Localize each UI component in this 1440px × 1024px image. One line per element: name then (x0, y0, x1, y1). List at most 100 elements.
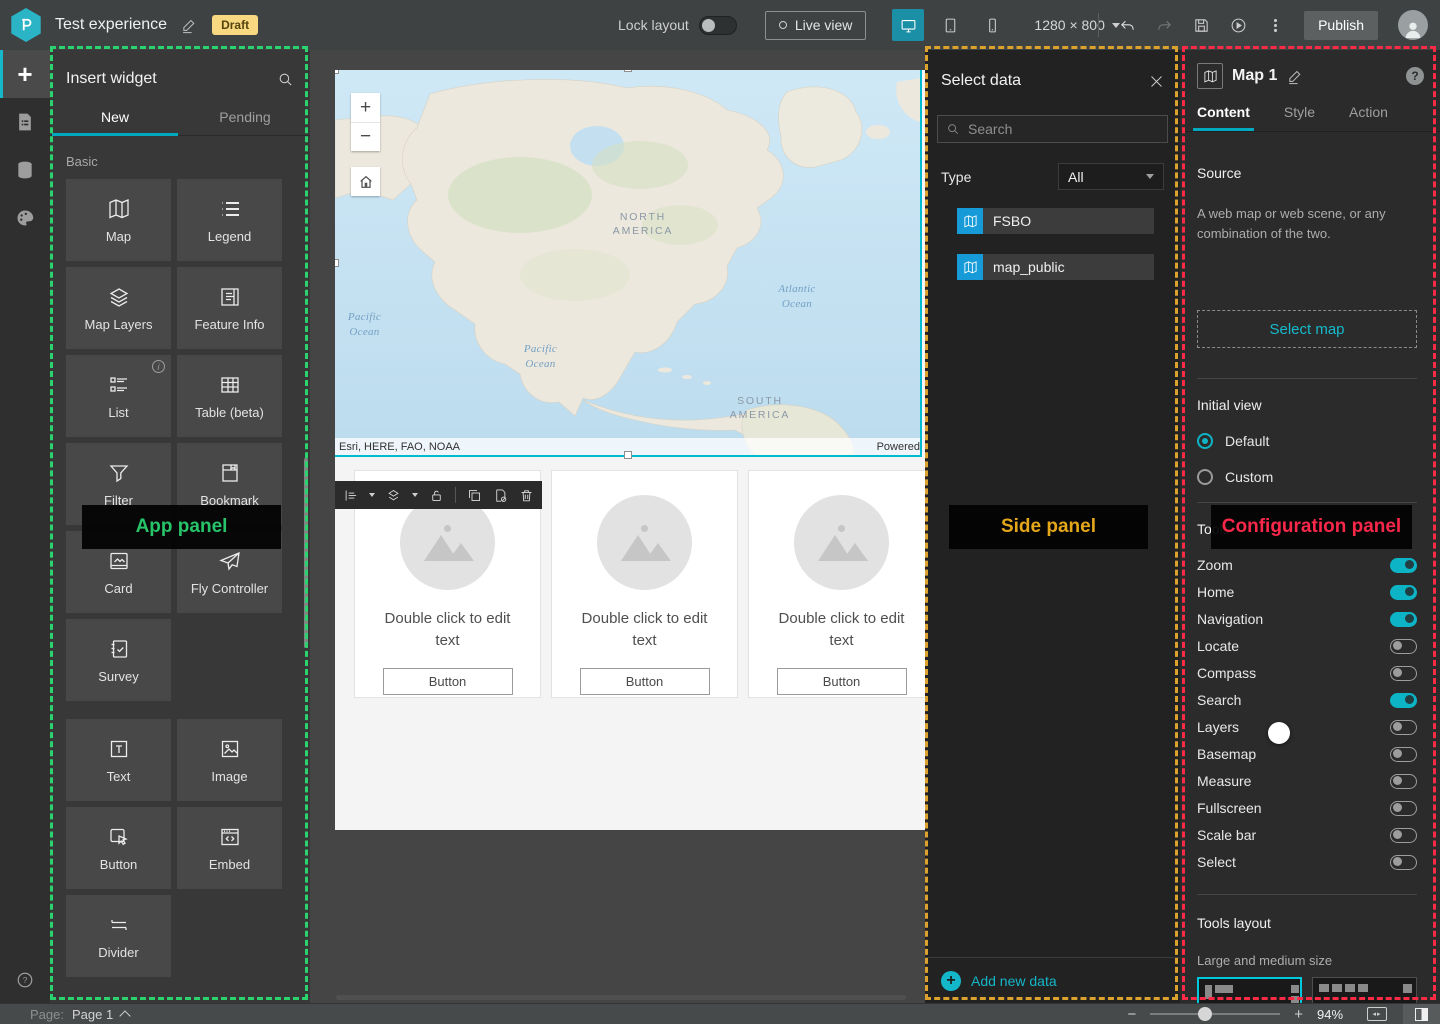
select-toggle[interactable] (1390, 855, 1417, 870)
card-widget-3[interactable]: Double click to edit text Button (748, 470, 925, 698)
widget-tile-legend[interactable]: Legend (177, 179, 282, 261)
select-map-button[interactable]: Select map (1197, 310, 1417, 348)
home-toggle[interactable] (1390, 585, 1417, 600)
canvas-zoom-slider[interactable] (1150, 1013, 1280, 1015)
rail-help-button[interactable]: ? (0, 971, 50, 989)
rename-widget-pencil-icon[interactable] (1287, 68, 1304, 85)
scale-bar-toggle[interactable] (1390, 828, 1417, 843)
navigation-toggle[interactable] (1390, 612, 1417, 627)
widget-tile-filter[interactable]: Filter (66, 443, 171, 525)
redo-button[interactable] (1156, 17, 1173, 34)
rail-insert-widget-button[interactable]: + (0, 50, 50, 98)
widget-tile-map[interactable]: Map (66, 179, 171, 261)
tab-action[interactable]: Action (1349, 99, 1388, 131)
widget-tile-feature-info[interactable]: Feature Info (177, 267, 282, 349)
page-surface[interactable]: NORTH AMERICA Atlantic Ocean Pacific Oce… (335, 70, 925, 830)
tab-content[interactable]: Content (1197, 99, 1250, 131)
rail-theme-button[interactable] (0, 194, 50, 242)
map-widget[interactable]: NORTH AMERICA Atlantic Ocean Pacific Oce… (335, 70, 920, 455)
save-button[interactable] (1193, 17, 1210, 34)
widget-tile-button[interactable]: Button (66, 807, 171, 889)
device-mobile-button[interactable] (976, 9, 1008, 41)
device-tablet-button[interactable] (934, 9, 966, 41)
align-icon[interactable] (343, 488, 358, 503)
image-placeholder-icon[interactable] (400, 495, 495, 590)
widget-tile-divider[interactable]: Divider (66, 895, 171, 977)
duplicate-icon[interactable] (467, 488, 482, 503)
widget-tile-embed[interactable]: Embed (177, 807, 282, 889)
data-item-map-public[interactable]: map_public (957, 254, 1154, 280)
card-widget-2[interactable]: Double click to edit text Button (551, 470, 738, 698)
widget-tile-survey[interactable]: Survey (66, 619, 171, 701)
map-zoom-in-button[interactable]: + (351, 93, 380, 122)
config-help-icon[interactable]: ? (1406, 67, 1424, 85)
widget-search-icon[interactable] (277, 71, 294, 88)
app-logo-icon[interactable] (10, 8, 42, 42)
widget-tile-fly-controller[interactable]: Fly Controller (177, 531, 282, 613)
page-selector[interactable]: Page 1 (72, 1007, 113, 1022)
undo-button[interactable] (1119, 17, 1136, 34)
device-desktop-button[interactable] (892, 9, 924, 41)
card-text-1[interactable]: Double click to edit text (373, 608, 523, 652)
slider-knob[interactable] (1198, 1007, 1212, 1021)
widget-tile-image[interactable]: Image (177, 719, 282, 801)
tab-style[interactable]: Style (1284, 99, 1315, 131)
tab-pending-widgets[interactable]: Pending (180, 102, 310, 135)
map-zoom-out-button[interactable]: − (351, 122, 380, 151)
zoom-in-canvas-button[interactable]: + (1294, 1006, 1303, 1023)
selection-handle-top-left[interactable] (335, 70, 339, 74)
selection-handle-bottom-center[interactable] (624, 451, 632, 459)
zoom-out-canvas-button[interactable]: − (1127, 1006, 1136, 1023)
zoom-toggle[interactable] (1390, 558, 1417, 573)
widget-tile-bookmark[interactable]: Bookmark (177, 443, 282, 525)
unlock-icon[interactable] (429, 488, 444, 503)
card-button-3[interactable]: Button (777, 668, 907, 695)
rename-pencil-icon[interactable] (181, 17, 198, 34)
tools-layout-option-sides[interactable] (1197, 977, 1302, 1003)
publish-button[interactable]: Publish (1304, 11, 1378, 40)
card-button-1[interactable]: Button (383, 668, 513, 695)
compass-toggle[interactable] (1390, 666, 1417, 681)
list-info-icon[interactable]: i (152, 360, 165, 373)
widget-tile-card[interactable]: Card (66, 531, 171, 613)
save-template-icon[interactable] (493, 488, 508, 503)
map-home-button[interactable] (351, 167, 380, 196)
lock-layout-toggle[interactable] (699, 16, 737, 35)
toggle-panels-button[interactable] (1403, 1004, 1440, 1024)
basemap-toggle[interactable] (1390, 747, 1417, 762)
search-toggle[interactable] (1390, 693, 1417, 708)
initial-view-default-option[interactable]: Default (1197, 433, 1269, 449)
tools-layout-option-top[interactable] (1312, 977, 1417, 1003)
card-button-2[interactable]: Button (580, 668, 710, 695)
widget-tile-text[interactable]: Text (66, 719, 171, 801)
more-options-kebab-icon[interactable] (1267, 17, 1284, 34)
data-search-input[interactable] (968, 121, 1159, 137)
fit-to-window-icon[interactable]: ◂▸ (1367, 1007, 1387, 1021)
widget-tile-map-layers[interactable]: Map Layers (66, 267, 171, 349)
add-new-data-button[interactable]: + Add new data (925, 957, 1180, 1003)
selection-handle-top-center[interactable] (624, 70, 632, 72)
initial-view-custom-option[interactable]: Custom (1197, 469, 1273, 485)
preview-play-button[interactable] (1230, 17, 1247, 34)
widget-tile-table[interactable]: Table (beta) (177, 355, 282, 437)
locate-toggle[interactable] (1390, 639, 1417, 654)
widget-tile-list[interactable]: i List (66, 355, 171, 437)
tab-new-widgets[interactable]: New (50, 102, 180, 135)
type-dropdown[interactable]: All (1058, 163, 1164, 190)
account-avatar[interactable] (1398, 10, 1428, 40)
canvas-horizontal-scrollbar[interactable] (336, 995, 906, 1000)
data-search-box[interactable] (937, 115, 1168, 143)
chevron-up-icon[interactable] (120, 1010, 131, 1021)
fullscreen-toggle[interactable] (1390, 801, 1417, 816)
data-item-fsbo[interactable]: FSBO (957, 208, 1154, 234)
close-icon[interactable] (1149, 74, 1164, 89)
live-view-button[interactable]: Live view (765, 11, 867, 40)
rail-page-button[interactable] (0, 98, 50, 146)
widget-panel-scrollbar[interactable] (304, 458, 308, 648)
delete-trash-icon[interactable] (519, 488, 534, 503)
arrange-chevron-icon[interactable] (412, 493, 418, 497)
card-text-3[interactable]: Double click to edit text (767, 608, 917, 652)
selection-handle-left-middle[interactable] (335, 259, 339, 267)
image-placeholder-icon[interactable] (597, 495, 692, 590)
arrange-layers-icon[interactable] (386, 488, 401, 503)
